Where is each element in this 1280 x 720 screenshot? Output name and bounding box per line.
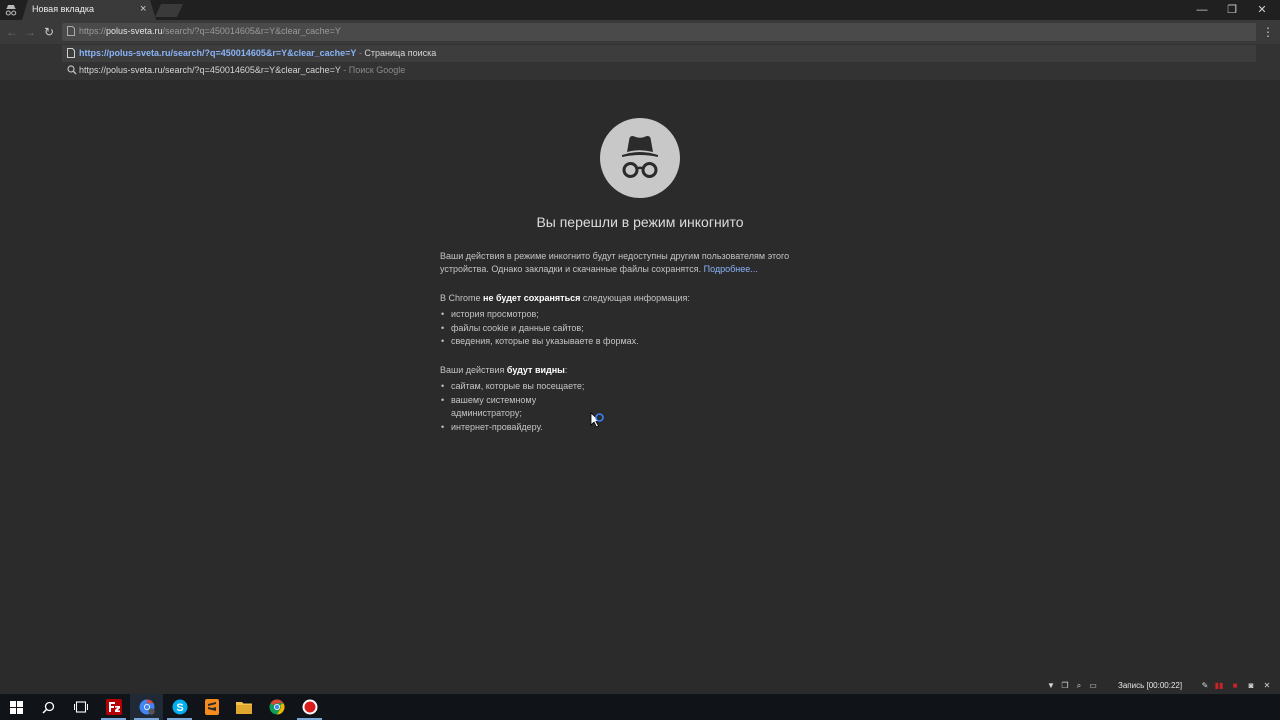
- incognito-icon: [5, 5, 17, 16]
- new-tab-button[interactable]: [154, 4, 184, 17]
- chrome-menu-button[interactable]: ⋮: [1262, 24, 1274, 40]
- suggestion-url: https://polus-sveta.ru/search/?q=4500146…: [79, 48, 357, 58]
- page-icon: [67, 48, 75, 58]
- address-bar-text: https://polus-sveta.ru/search/?q=4500146…: [79, 26, 341, 36]
- suggestion-description: Страница поиска: [364, 48, 437, 58]
- title-bar: Новая вкладка × — ❐ ✕: [0, 0, 1280, 20]
- recorder-icon: [302, 699, 317, 715]
- stop-icon[interactable]: ■: [1230, 681, 1240, 691]
- tab-new-tab[interactable]: Новая вкладка ×: [22, 0, 156, 20]
- suggestion-separator: -: [340, 65, 349, 75]
- filezilla-icon: [105, 699, 122, 715]
- region-icon[interactable]: ▭: [1088, 681, 1098, 691]
- close-icon[interactable]: ✕: [1262, 681, 1272, 691]
- url-host: polus-sveta.ru: [106, 26, 163, 36]
- close-window-button[interactable]: ✕: [1248, 2, 1276, 18]
- intro-line-1: Ваши действия в режиме инкогнито будут н…: [440, 251, 790, 261]
- sublime-icon: [204, 699, 219, 715]
- reload-button[interactable]: ↻: [42, 25, 56, 39]
- back-button[interactable]: ←: [5, 25, 19, 39]
- suggestion-url: https://polus-sveta.ru/search/?q=4500146…: [79, 65, 341, 75]
- suggestion-text: https://polus-sveta.ru/search/?q=4500146…: [79, 48, 436, 58]
- list-item: сайтам, которые вы посещаете;: [440, 380, 584, 394]
- visible-heading: Ваши действия будут видны:: [440, 364, 830, 377]
- svg-text:S: S: [176, 702, 183, 714]
- search-icon: [42, 701, 55, 714]
- taskbar-app-recorder[interactable]: [293, 694, 326, 720]
- incognito-icon: [600, 118, 680, 198]
- tab-title: Новая вкладка: [32, 4, 95, 14]
- suggestion-item[interactable]: https://polus-sveta.ru/search/?q=4500146…: [62, 62, 1256, 79]
- taskbar: S: [0, 694, 1280, 720]
- taskbar-app-file-explorer[interactable]: [227, 694, 260, 720]
- taskbar-search-button[interactable]: [32, 694, 65, 720]
- page-title: Вы перешли в режим инкогнито: [536, 214, 744, 230]
- visible-bold: будут видны: [506, 365, 565, 375]
- chrome-incognito-icon: [139, 699, 155, 715]
- task-view-icon: [73, 701, 88, 713]
- list-item: история просмотров;: [440, 308, 639, 322]
- not-saved-bold: не будет сохраняться: [483, 293, 581, 303]
- omnibox-suggestions: https://polus-sveta.ru/search/?q=4500146…: [0, 44, 1280, 80]
- pause-icon[interactable]: ▮▮: [1214, 681, 1224, 691]
- skype-icon: S: [172, 699, 187, 715]
- list-item: вашему системному администратору;: [440, 394, 584, 421]
- not-saved-prefix: В Chrome: [440, 293, 481, 303]
- recorder-toolbar: ▼ ❐ ⌕ ▭ Запись [00:00:22] ✎ ▮▮ ■ ◙ ✕: [1040, 679, 1280, 693]
- address-bar[interactable]: https://polus-sveta.ru/search/?q=4500146…: [62, 23, 1256, 41]
- file-explorer-icon: [235, 702, 252, 714]
- browser-toolbar: ← → ↻ https://polus-sveta.ru/search/?q=4…: [0, 20, 1280, 44]
- chrome-icon: [269, 699, 285, 715]
- learn-more-link[interactable]: Подробнее...: [704, 264, 758, 274]
- tab-close-button[interactable]: ×: [140, 3, 146, 15]
- zoom-icon[interactable]: ⌕: [1074, 681, 1084, 691]
- url-scheme: https://: [79, 26, 107, 36]
- forward-button[interactable]: →: [23, 25, 37, 39]
- not-saved-list: история просмотров; файлы cookie и данны…: [440, 308, 639, 349]
- url-path: /search/?q=450014605&r=Y&clear_cache=Y: [162, 26, 341, 36]
- list-item-line-2: администратору;: [451, 408, 522, 418]
- busy-cursor-icon: [590, 412, 604, 428]
- incognito-intro: Ваши действия в режиме инкогнито будут н…: [440, 250, 830, 276]
- start-icon: [10, 700, 23, 714]
- visible-list: сайтам, которые вы посещаете; вашему сис…: [440, 380, 584, 434]
- suggestion-text: https://polus-sveta.ru/search/?q=4500146…: [79, 65, 405, 75]
- visible-suffix: :: [564, 365, 568, 375]
- intro-line-2: устройства. Однако закладки и скачанные …: [440, 264, 702, 274]
- copy-icon[interactable]: ❐: [1060, 681, 1070, 691]
- task-view-button[interactable]: [64, 694, 97, 720]
- visible-prefix: Ваши действия: [440, 365, 505, 375]
- taskbar-app-filezilla[interactable]: [97, 694, 130, 720]
- taskbar-app-chrome[interactable]: [260, 694, 293, 720]
- taskbar-app-skype[interactable]: S: [163, 694, 196, 720]
- suggestion-item[interactable]: https://polus-sveta.ru/search/?q=4500146…: [62, 45, 1256, 62]
- page-icon: [67, 26, 75, 36]
- taskbar-app-chrome-incognito[interactable]: [130, 694, 163, 720]
- list-item: интернет-провайдеру.: [440, 421, 584, 435]
- list-item: сведения, которые вы указываете в формах…: [440, 335, 639, 349]
- list-item: файлы cookie и данные сайтов;: [440, 322, 639, 336]
- pen-icon[interactable]: ✎: [1200, 681, 1210, 691]
- minimize-button[interactable]: —: [1188, 2, 1216, 18]
- not-saved-heading: В Chrome не будет сохраняться следующая …: [440, 292, 830, 305]
- dropdown-arrow-icon[interactable]: ▼: [1046, 681, 1056, 691]
- search-icon: [67, 65, 77, 75]
- not-saved-suffix: следующая информация:: [582, 293, 690, 303]
- suggestion-description: Поиск Google: [348, 65, 406, 75]
- start-button[interactable]: [0, 694, 33, 720]
- camera-icon[interactable]: ◙: [1246, 681, 1256, 691]
- restore-button[interactable]: ❐: [1218, 2, 1246, 18]
- list-item-line-1: вашему системному: [451, 394, 537, 405]
- recording-timer: Запись [00:00:22]: [1118, 681, 1183, 690]
- taskbar-app-sublime[interactable]: [195, 694, 228, 720]
